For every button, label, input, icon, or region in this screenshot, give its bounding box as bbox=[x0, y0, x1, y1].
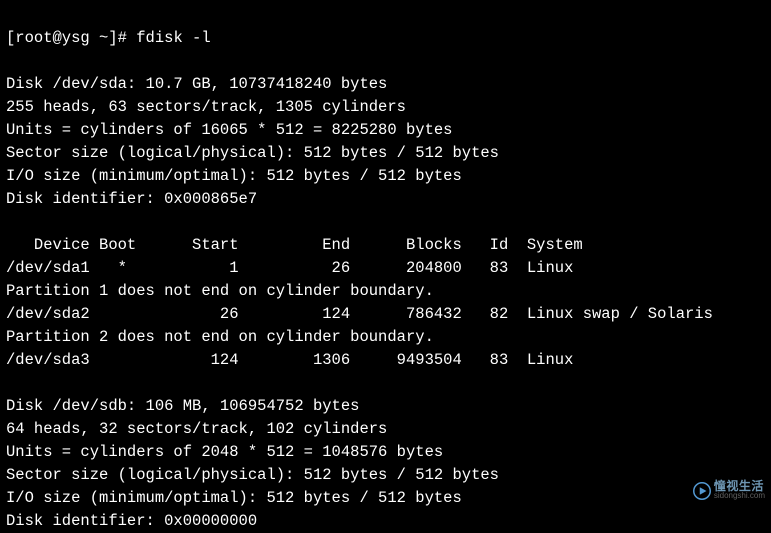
partition-note-2: Partition 2 does not end on cylinder bou… bbox=[6, 328, 434, 346]
partition-header: Device Boot Start End Blocks Id System bbox=[6, 236, 583, 254]
sda-sector-size: Sector size (logical/physical): 512 byte… bbox=[6, 144, 499, 162]
sda-geometry: 255 heads, 63 sectors/track, 1305 cylind… bbox=[6, 98, 406, 116]
partition-row-sda3: /dev/sda3 124 1306 9493504 83 Linux bbox=[6, 351, 573, 369]
sdb-identifier: Disk identifier: 0x00000000 bbox=[6, 512, 257, 530]
sdb-geometry: 64 heads, 32 sectors/track, 102 cylinder… bbox=[6, 420, 387, 438]
watermark-sub: sidongshi.com bbox=[714, 491, 765, 501]
sdb-units: Units = cylinders of 2048 * 512 = 104857… bbox=[6, 443, 443, 461]
watermark: 憧视生活 sidongshi.com bbox=[693, 481, 765, 501]
sda-disk-line: Disk /dev/sda: 10.7 GB, 10737418240 byte… bbox=[6, 75, 387, 93]
shell-prompt: [root@ysg ~]# bbox=[6, 29, 136, 47]
sda-identifier: Disk identifier: 0x000865e7 bbox=[6, 190, 257, 208]
sdb-sector-size: Sector size (logical/physical): 512 byte… bbox=[6, 466, 499, 484]
watermark-text: 憧视生活 bbox=[714, 481, 765, 491]
sda-io-size: I/O size (minimum/optimal): 512 bytes / … bbox=[6, 167, 462, 185]
sdb-io-size: I/O size (minimum/optimal): 512 bytes / … bbox=[6, 489, 462, 507]
partition-note-1: Partition 1 does not end on cylinder bou… bbox=[6, 282, 434, 300]
terminal-output: [root@ysg ~]# fdisk -l Disk /dev/sda: 10… bbox=[6, 4, 765, 533]
shell-command[interactable]: fdisk -l bbox=[136, 29, 210, 47]
partition-row-sda1: /dev/sda1 * 1 26 204800 83 Linux bbox=[6, 259, 573, 277]
play-circle-icon bbox=[693, 482, 711, 500]
partition-row-sda2: /dev/sda2 26 124 786432 82 Linux swap / … bbox=[6, 305, 713, 323]
sdb-disk-line: Disk /dev/sdb: 106 MB, 106954752 bytes bbox=[6, 397, 359, 415]
sda-units: Units = cylinders of 16065 * 512 = 82252… bbox=[6, 121, 452, 139]
